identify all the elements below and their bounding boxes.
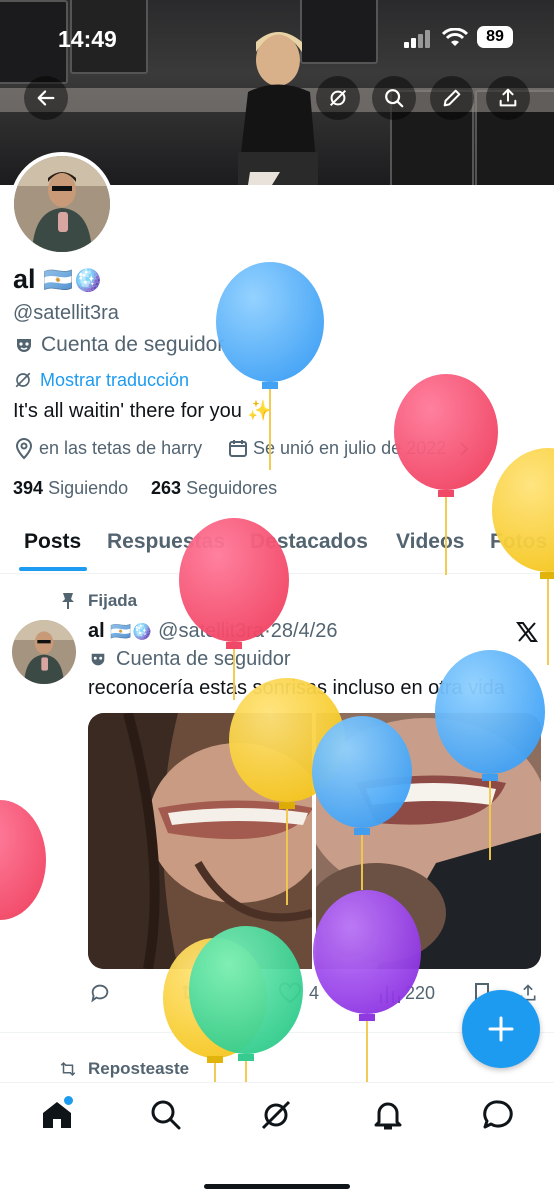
balloon-green-1 — [189, 926, 303, 1082]
balloon-blue-3 — [312, 716, 412, 890]
grok-icon[interactable] — [259, 1098, 293, 1132]
chat-icon[interactable] — [481, 1098, 515, 1132]
balloons-overlay — [0, 262, 554, 1082]
home-notification-dot — [62, 1094, 75, 1107]
balloon-blue-1 — [216, 262, 324, 470]
compose-plus-icon — [488, 1016, 514, 1042]
balloon-red-3 — [0, 800, 46, 920]
balloon-blue-2 — [435, 650, 545, 860]
compose-button[interactable] — [462, 990, 540, 1068]
balloon-red-1 — [394, 374, 498, 575]
bell-icon[interactable] — [371, 1098, 405, 1132]
balloon-red-2 — [179, 518, 289, 700]
balloon-yellow-1 — [492, 448, 554, 665]
balloon-purple-1 — [313, 890, 421, 1082]
home-indicator — [204, 1184, 350, 1189]
nav-search-icon[interactable] — [149, 1098, 183, 1132]
